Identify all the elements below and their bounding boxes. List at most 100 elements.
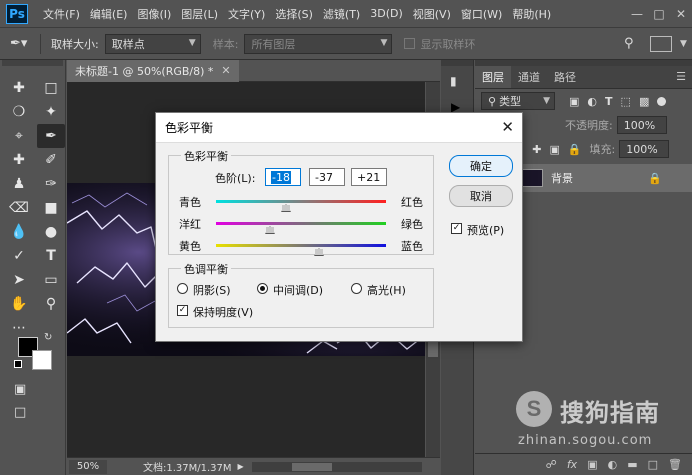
tab-channels[interactable]: 通道 <box>511 66 547 88</box>
eyedropper-preset-icon[interactable]: ✒▾ <box>10 36 40 51</box>
search-icon[interactable]: ⚲ <box>624 36 646 51</box>
filter-adjust-icon[interactable]: ◐ <box>587 95 597 108</box>
brush-tool-icon[interactable]: ✐ <box>37 148 65 172</box>
radio-midtones-label[interactable]: 中间调(D) <box>273 282 323 298</box>
marquee-tool-icon[interactable]: □ <box>37 76 65 100</box>
new-layer-icon[interactable]: □ <box>648 458 658 471</box>
adjustment-layer-icon[interactable]: ◐ <box>608 458 618 471</box>
hand-tool-icon[interactable]: ✋ <box>5 292 33 316</box>
zoom-tool-icon[interactable]: ⚲ <box>37 292 65 316</box>
level-magenta-green-input[interactable]: -37 <box>309 168 345 186</box>
menu-type[interactable]: 文字(Y) <box>223 6 270 22</box>
filter-type-icon[interactable]: T <box>605 95 613 108</box>
minimize-icon[interactable]: — <box>626 5 648 23</box>
add-mask-icon[interactable]: ▣ <box>587 458 597 471</box>
menu-window[interactable]: 窗口(W) <box>456 6 507 22</box>
zoom-level[interactable]: 50% <box>69 459 107 474</box>
default-colors-icon[interactable] <box>14 360 22 368</box>
background-color-swatch[interactable] <box>32 350 52 370</box>
cancel-button[interactable]: 取消 <box>449 185 513 207</box>
hscroll-thumb[interactable] <box>291 462 332 471</box>
radio-shadows[interactable] <box>177 283 188 294</box>
menu-view[interactable]: 视图(V) <box>408 6 456 22</box>
eraser-tool-icon[interactable]: ⌫ <box>5 196 33 220</box>
opacity-input[interactable]: 100% <box>616 116 667 134</box>
path-selection-tool-icon[interactable]: ➤ <box>5 268 33 292</box>
document-tab[interactable]: 未标题-1 @ 50%(RGB/8) * ✕ <box>67 59 239 82</box>
radio-shadows-label[interactable]: 阴影(S) <box>193 282 231 298</box>
lock-all-icon[interactable]: 🔒 <box>568 143 582 156</box>
filter-shape-icon[interactable]: ⬚ <box>621 95 631 108</box>
magenta-green-track[interactable] <box>216 222 386 225</box>
history-panel-icon[interactable]: ▮ <box>450 74 473 88</box>
lasso-tool-icon[interactable]: ❍ <box>5 100 33 124</box>
type-tool-icon[interactable]: T <box>37 244 65 268</box>
tab-layers[interactable]: 图层 <box>475 66 511 88</box>
swap-colors-icon[interactable]: ↻ <box>44 332 52 343</box>
fx-icon[interactable]: fx <box>567 458 577 471</box>
quick-mask-icon[interactable]: ▣ <box>14 382 26 397</box>
workspace-icon[interactable] <box>650 35 672 52</box>
rectangle-tool-icon[interactable]: ▭ <box>37 268 65 292</box>
magenta-green-slider-thumb[interactable] <box>264 226 275 234</box>
ok-button[interactable]: 确定 <box>449 155 513 177</box>
close-icon[interactable]: ✕ <box>670 5 692 23</box>
eyedropper-tool-icon[interactable]: ✒ <box>37 124 65 148</box>
menu-select[interactable]: 选择(S) <box>270 6 318 22</box>
radio-highlights[interactable] <box>351 283 362 294</box>
dialog-titlebar[interactable]: 色彩平衡 <box>156 113 522 143</box>
status-menu-icon[interactable]: ▶ <box>238 462 244 471</box>
menu-layer[interactable]: 图层(L) <box>176 6 223 22</box>
healing-brush-tool-icon[interactable]: ✚ <box>5 148 33 172</box>
move-tool-icon[interactable]: ✚ <box>5 76 33 100</box>
new-group-icon[interactable]: ▬ <box>627 458 637 471</box>
preserve-luminosity-label[interactable]: 保持明度(V) <box>193 304 253 320</box>
level-cyan-red-input[interactable]: -18 <box>265 168 301 186</box>
dodge-tool-icon[interactable]: ● <box>37 220 65 244</box>
show-ring-checkbox[interactable] <box>404 38 416 49</box>
layer-filter-select[interactable]: ⚲ 类型 ▼ <box>481 92 555 110</box>
cyan-red-slider-thumb[interactable] <box>280 204 291 212</box>
crop-tool-icon[interactable]: ⌖ <box>5 124 33 148</box>
yellow-blue-track[interactable] <box>216 244 386 247</box>
workspace-chevron-icon[interactable]: ▼ <box>680 39 692 49</box>
menu-file[interactable]: 文件(F) <box>38 6 85 22</box>
preview-label[interactable]: 预览(P) <box>467 222 504 238</box>
menu-filter[interactable]: 滤镜(T) <box>318 6 365 22</box>
filter-smart-icon[interactable]: ▩ <box>639 95 649 108</box>
tab-paths[interactable]: 路径 <box>547 66 583 88</box>
layer-name[interactable]: 背景 <box>551 170 573 186</box>
history-brush-tool-icon[interactable]: ✑ <box>37 172 65 196</box>
lock-artboard-icon[interactable]: ▣ <box>549 143 559 156</box>
level-yellow-blue-input[interactable]: +21 <box>351 168 387 186</box>
preserve-luminosity-checkbox[interactable]: ✓ <box>177 305 188 316</box>
blur-tool-icon[interactable]: 💧 <box>5 220 33 244</box>
sample-select[interactable]: 所有图层 ▼ <box>244 33 393 54</box>
close-icon[interactable]: ✕ <box>501 118 514 136</box>
cyan-red-track[interactable] <box>216 200 386 203</box>
link-layers-icon[interactable]: ☍ <box>546 458 557 471</box>
maximize-icon[interactable]: □ <box>648 5 670 23</box>
close-tab-icon[interactable]: ✕ <box>221 64 230 77</box>
horizontal-scrollbar[interactable] <box>251 461 422 472</box>
pen-tool-icon[interactable]: ✓ <box>5 244 33 268</box>
screen-mode-icon[interactable]: □ <box>14 405 26 420</box>
menu-edit[interactable]: 编辑(E) <box>85 6 133 22</box>
delete-layer-icon[interactable]: 🗑 <box>668 458 682 471</box>
menu-help[interactable]: 帮助(H) <box>507 6 556 22</box>
filter-pixel-icon[interactable]: ▣ <box>569 95 579 108</box>
menu-image[interactable]: 图像(I) <box>132 6 176 22</box>
filter-toggle-icon[interactable] <box>657 96 667 106</box>
fill-input[interactable]: 100% <box>619 140 670 158</box>
yellow-blue-slider-thumb[interactable] <box>313 248 324 256</box>
lock-move-icon[interactable]: ✚ <box>532 143 541 156</box>
gradient-tool-icon[interactable]: ■ <box>37 196 65 220</box>
menu-3d[interactable]: 3D(D) <box>365 7 408 20</box>
sample-size-select[interactable]: 取样点 ▼ <box>104 33 201 54</box>
magic-wand-tool-icon[interactable]: ✦ <box>37 100 65 124</box>
panel-menu-icon[interactable]: ☰ <box>670 66 692 88</box>
clone-stamp-tool-icon[interactable]: ♟ <box>5 172 33 196</box>
preview-checkbox[interactable]: ✓ <box>451 223 462 234</box>
radio-highlights-label[interactable]: 高光(H) <box>367 282 406 298</box>
radio-midtones[interactable] <box>257 283 268 294</box>
